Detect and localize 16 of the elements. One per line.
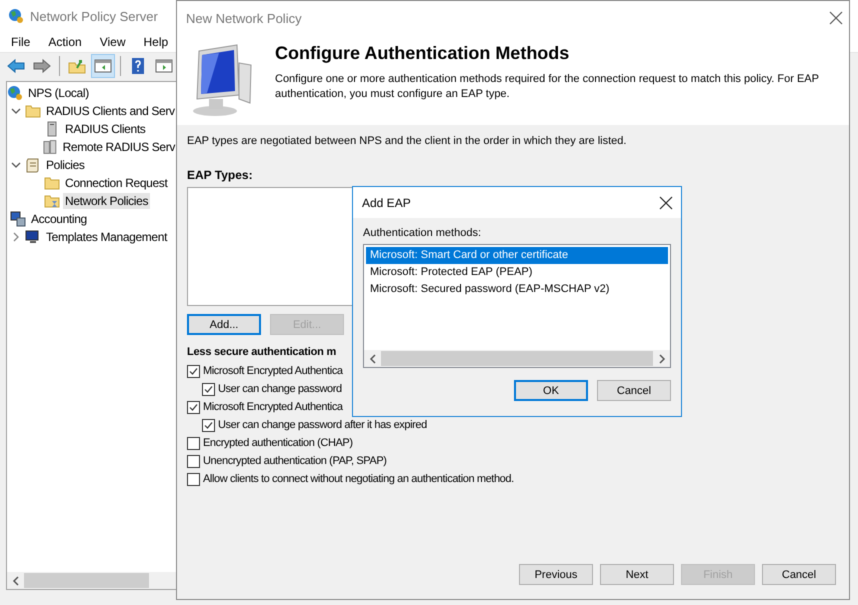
checkbox-label: User can change password after it has expired	[218, 419, 427, 431]
group-label: Less secure authentication m	[187, 346, 338, 358]
window-title: Network Policy Server	[30, 8, 158, 24]
dialog-title: Add EAP	[362, 196, 411, 210]
list-label: EAP Types:	[187, 168, 254, 182]
checkbox-label: Microsoft Encrypted Authentica	[203, 365, 343, 377]
window-title: New Network Policy	[186, 10, 302, 26]
checkbox-label: User can change password	[218, 383, 342, 395]
checkbox-label: Unencrypted authentication (PAP, SPAP)	[203, 455, 387, 467]
intro-text: EAP types are negotiated between NPS and the client in the order in which they are listed.	[187, 135, 628, 147]
page-heading: Configure Authentication Methods	[275, 43, 570, 64]
list-label: Authentication methods:	[363, 227, 482, 239]
checkbox-label: Microsoft Encrypted Authentica	[203, 401, 343, 413]
checkbox-label: Encrypted authentication (CHAP)	[203, 437, 353, 449]
page-description: Configure one or more authentication methods required for the connection request to match this policy. For EAP authentication, you must configure an EAP type.	[275, 72, 820, 102]
checkbox-label: Allow clients to connect without negotiating an authentication method.	[203, 473, 514, 485]
